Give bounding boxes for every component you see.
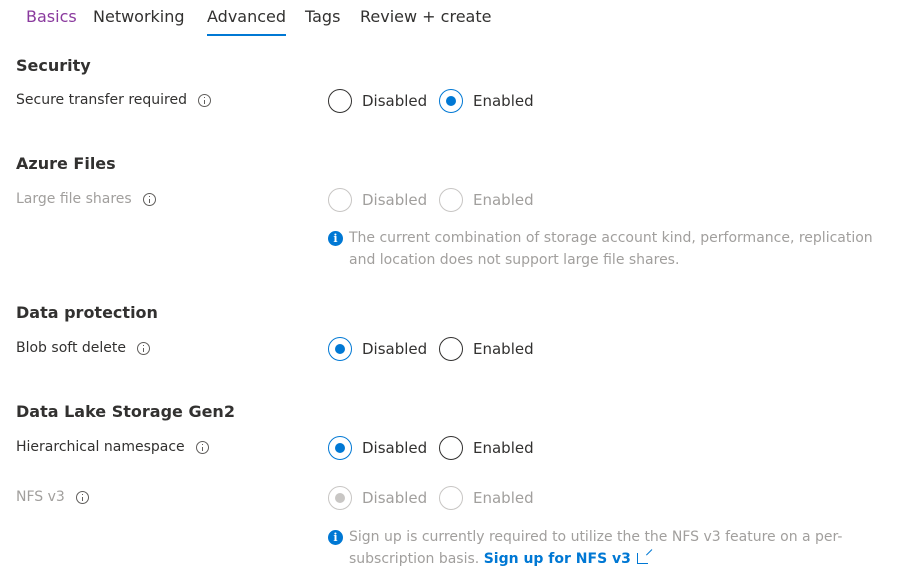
radio-label: Enabled (473, 340, 534, 358)
nfs-v3-disabled-radio[interactable]: Disabled (328, 486, 427, 510)
nfs-v3-label-text: NFS v3 (16, 489, 65, 505)
blob-soft-delete-label: Blob soft delete (16, 340, 150, 356)
radio-label: Enabled (473, 92, 534, 110)
hierarchical-namespace-disabled-radio[interactable]: Disabled (328, 436, 427, 460)
link-text[interactable]: Sign up for NFS v3 (484, 551, 631, 567)
radio-circle[interactable] (439, 436, 463, 460)
tab-review-create[interactable]: Review + create (360, 6, 491, 28)
radio-circle[interactable] (439, 188, 463, 212)
hierarchical-namespace-label: Hierarchical namespace (16, 439, 209, 455)
secure-transfer-label-text: Secure transfer required (16, 92, 187, 108)
radio-label: Enabled (473, 439, 534, 457)
radio-label: Disabled (362, 92, 428, 110)
tab-tags[interactable]: Tags (305, 6, 340, 28)
external-link-icon[interactable] (636, 553, 648, 564)
radio-label: Enabled (473, 191, 534, 209)
info-icon[interactable] (75, 490, 89, 504)
notice-text-container: Sign up is currently required to utilize… (349, 526, 898, 570)
info-icon[interactable] (197, 93, 211, 107)
secure-transfer-disabled-radio[interactable]: Disabled (328, 89, 427, 113)
large-file-shares-enabled-radio[interactable]: Enabled (439, 188, 534, 212)
nfs-v3-label: NFS v3 (16, 489, 89, 505)
nfs-v3-notice: i Sign up is currently required to utili… (328, 526, 898, 570)
blob-soft-delete-disabled-radio[interactable]: Disabled (328, 337, 427, 361)
info-icon: i (328, 530, 343, 545)
radio-circle[interactable] (328, 337, 352, 361)
large-file-shares-disabled-radio[interactable]: Disabled (328, 188, 427, 212)
secure-transfer-label: Secure transfer required (16, 92, 211, 108)
info-icon[interactable] (136, 341, 150, 355)
section-title-security: Security (16, 56, 91, 75)
blob-soft-delete-label-text: Blob soft delete (16, 340, 126, 356)
info-icon: i (328, 231, 343, 246)
radio-label: Disabled (362, 489, 428, 507)
hierarchical-namespace-label-text: Hierarchical namespace (16, 439, 185, 455)
tab-advanced[interactable]: Advanced (207, 6, 287, 36)
blob-soft-delete-enabled-radio[interactable]: Enabled (439, 337, 534, 361)
radio-circle[interactable] (328, 89, 352, 113)
nfs-v3-enabled-radio[interactable]: Enabled (439, 486, 534, 510)
section-title-data-protection: Data protection (16, 303, 158, 322)
radio-label: Enabled (473, 489, 534, 507)
large-file-shares-label: Large file shares (16, 191, 156, 207)
large-file-shares-notice: i The current combination of storage acc… (328, 227, 898, 271)
section-title-data-lake: Data Lake Storage Gen2 (16, 402, 235, 421)
hierarchical-namespace-enabled-radio[interactable]: Enabled (439, 436, 534, 460)
radio-circle[interactable] (439, 486, 463, 510)
radio-circle[interactable] (328, 436, 352, 460)
tab-networking[interactable]: Networking (93, 6, 185, 28)
info-icon[interactable] (142, 192, 156, 206)
large-file-shares-label-text: Large file shares (16, 191, 132, 207)
info-icon[interactable] (195, 440, 209, 454)
radio-label: Disabled (362, 340, 428, 358)
radio-circle[interactable] (439, 337, 463, 361)
sign-up-nfs-v3-link[interactable]: Sign up for NFS v3 (484, 551, 648, 567)
secure-transfer-enabled-radio[interactable]: Enabled (439, 89, 534, 113)
notice-text: The current combination of storage accou… (349, 230, 873, 268)
radio-circle[interactable] (328, 486, 352, 510)
section-title-azure-files: Azure Files (16, 154, 116, 173)
radio-label: Disabled (362, 191, 428, 209)
radio-circle[interactable] (439, 89, 463, 113)
radio-circle[interactable] (328, 188, 352, 212)
tab-basics[interactable]: Basics (26, 6, 77, 28)
radio-label: Disabled (362, 439, 428, 457)
